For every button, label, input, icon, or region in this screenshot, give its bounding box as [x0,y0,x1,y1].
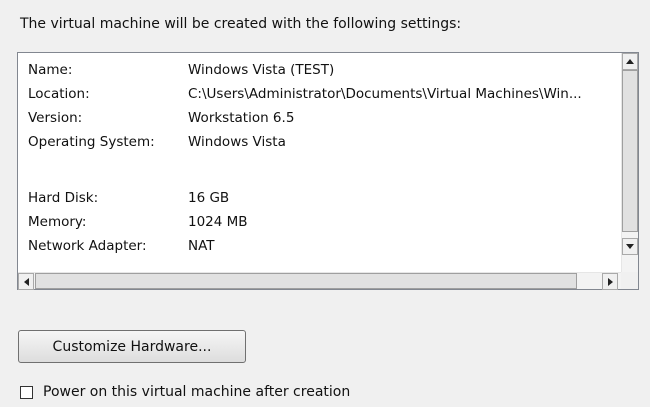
scroll-left-button[interactable] [18,273,34,290]
arrow-right-icon [607,277,613,286]
customize-hardware-button[interactable]: Customize Hardware... [18,330,246,363]
setting-value: Windows Vista [188,134,286,150]
scroll-right-button[interactable] [602,273,618,290]
setting-label: Memory: [28,214,87,230]
setting-value: 16 GB [188,190,230,206]
scroll-down-button[interactable] [622,238,638,255]
settings-summary-list[interactable]: Name: Windows Vista (TEST) Location: C:\Us… [17,52,639,290]
power-on-checkbox-label[interactable]: Power on this virtual machine after crea… [43,384,350,400]
setting-row-version: Version: Workstation 6.5 [28,107,294,129]
setting-row-location: Location: C:\Users\Administrator\Document… [28,83,582,105]
power-on-checkbox[interactable] [20,385,33,399]
arrow-down-icon [626,244,634,249]
scrollbar-corner [621,272,638,289]
horizontal-scrollbar[interactable] [18,272,622,290]
setting-value: Windows Vista (TEST) [188,62,335,78]
setting-row-memory: Memory: 1024 MB [28,211,248,233]
setting-label: Network Adapter: [28,238,147,254]
power-on-option[interactable]: Power on this virtual machine after crea… [20,383,350,401]
arrow-left-icon [23,277,29,286]
setting-row-hard-disk: Hard Disk: 16 GB [28,187,229,209]
setting-label: Operating System: [28,134,155,150]
setting-label: Name: [28,62,73,78]
setting-value: Workstation 6.5 [188,110,295,126]
scroll-up-button[interactable] [622,53,638,70]
setting-row-network-adapter: Network Adapter: NAT [28,235,215,257]
setting-label: Hard Disk: [28,190,99,206]
setting-label: Location: [28,86,90,102]
setting-row-name: Name: Windows Vista (TEST) [28,59,334,81]
arrow-up-icon [626,59,634,64]
setting-row-operating-system: Operating System: Windows Vista [28,131,286,153]
settings-list-content: Name: Windows Vista (TEST) Location: C:\Us… [18,53,622,273]
vertical-scroll-thumb[interactable] [622,70,638,232]
setting-value: C:\Users\Administrator\Documents\Virtual… [188,86,582,102]
setting-value: 1024 MB [188,214,248,230]
setting-label: Version: [28,110,83,126]
vertical-scrollbar[interactable] [621,53,638,272]
setting-value: NAT [188,238,215,254]
intro-text: The virtual machine will be created with… [20,16,462,32]
horizontal-scroll-thumb[interactable] [35,273,577,289]
